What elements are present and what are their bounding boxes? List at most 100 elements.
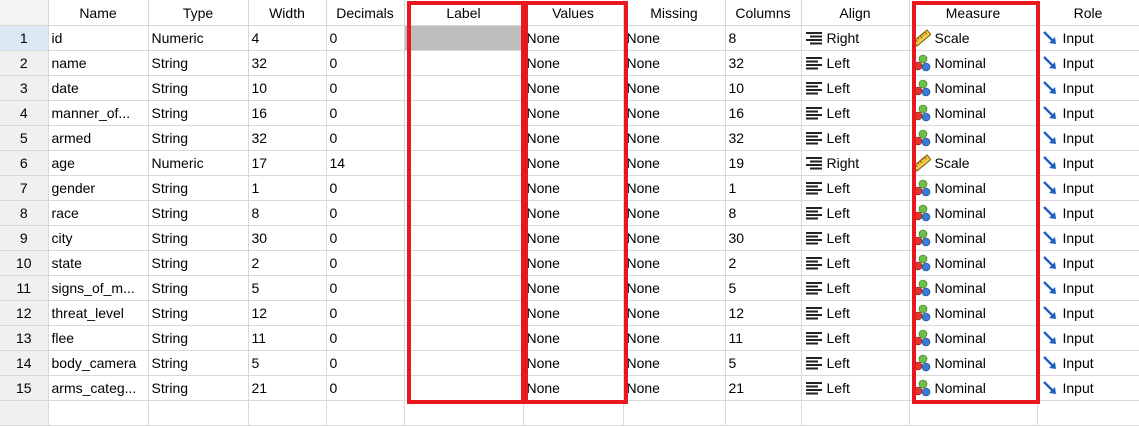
cell-name[interactable]: arms_categ...	[48, 375, 149, 401]
cell-label[interactable]	[404, 300, 524, 326]
cell-missing[interactable]: None	[623, 100, 726, 126]
cell-width[interactable]: 16	[248, 100, 327, 126]
cell-width[interactable]: 21	[248, 375, 327, 401]
cell-align[interactable]: Left	[801, 200, 910, 226]
cell-name[interactable]: date	[48, 75, 149, 101]
cell-decimals[interactable]: 0	[326, 125, 405, 151]
cell-width[interactable]: 32	[248, 125, 327, 151]
empty-cell[interactable]	[1037, 400, 1139, 426]
cell-name[interactable]: age	[48, 150, 149, 176]
cell-missing[interactable]: None	[623, 150, 726, 176]
cell-values[interactable]: None	[523, 300, 624, 326]
column-header-decimals[interactable]: Decimals	[326, 0, 405, 26]
cell-role[interactable]: Input	[1037, 275, 1139, 301]
corner-cell[interactable]	[0, 0, 49, 26]
row-number[interactable]: 8	[0, 200, 49, 226]
cell-name[interactable]: city	[48, 225, 149, 251]
cell-label[interactable]	[404, 225, 524, 251]
cell-label[interactable]	[404, 325, 524, 351]
cell-type[interactable]: String	[148, 375, 249, 401]
cell-label[interactable]	[404, 275, 524, 301]
row-number[interactable]: 10	[0, 250, 49, 276]
column-header-width[interactable]: Width	[248, 0, 327, 26]
cell-role[interactable]: Input	[1037, 150, 1139, 176]
empty-cell[interactable]	[404, 400, 524, 426]
cell-type[interactable]: String	[148, 325, 249, 351]
empty-cell[interactable]	[326, 400, 405, 426]
cell-width[interactable]: 1	[248, 175, 327, 201]
cell-type[interactable]: String	[148, 125, 249, 151]
cell-width[interactable]: 5	[248, 275, 327, 301]
cell-type[interactable]: String	[148, 175, 249, 201]
cell-label[interactable]	[404, 350, 524, 376]
cell-name[interactable]: state	[48, 250, 149, 276]
cell-align[interactable]: Left	[801, 275, 910, 301]
cell-decimals[interactable]: 0	[326, 300, 405, 326]
empty-cell[interactable]	[725, 400, 802, 426]
row-number[interactable]: 12	[0, 300, 49, 326]
cell-missing[interactable]: None	[623, 350, 726, 376]
cell-align[interactable]: Left	[801, 75, 910, 101]
cell-role[interactable]: Input	[1037, 200, 1139, 226]
cell-type[interactable]: String	[148, 200, 249, 226]
cell-label[interactable]	[404, 200, 524, 226]
cell-label[interactable]	[404, 125, 524, 151]
column-header-columns[interactable]: Columns	[725, 0, 802, 26]
cell-columns[interactable]: 2	[725, 250, 802, 276]
cell-values[interactable]: None	[523, 125, 624, 151]
cell-width[interactable]: 30	[248, 225, 327, 251]
cell-columns[interactable]: 16	[725, 100, 802, 126]
cell-columns[interactable]: 32	[725, 50, 802, 76]
cell-decimals[interactable]: 0	[326, 50, 405, 76]
cell-name[interactable]: name	[48, 50, 149, 76]
cell-role[interactable]: Input	[1037, 300, 1139, 326]
cell-type[interactable]: String	[148, 100, 249, 126]
cell-label[interactable]	[404, 100, 524, 126]
cell-measure[interactable]: Scale	[909, 25, 1038, 51]
cell-role[interactable]: Input	[1037, 50, 1139, 76]
cell-values[interactable]: None	[523, 225, 624, 251]
cell-align[interactable]: Left	[801, 100, 910, 126]
empty-cell[interactable]	[523, 400, 624, 426]
cell-role[interactable]: Input	[1037, 250, 1139, 276]
column-header-missing[interactable]: Missing	[623, 0, 726, 26]
row-number[interactable]: 13	[0, 325, 49, 351]
cell-missing[interactable]: None	[623, 175, 726, 201]
column-header-measure[interactable]: Measure	[909, 0, 1038, 26]
cell-width[interactable]: 4	[248, 25, 327, 51]
cell-decimals[interactable]: 0	[326, 225, 405, 251]
cell-label[interactable]	[404, 250, 524, 276]
cell-decimals[interactable]: 0	[326, 200, 405, 226]
cell-label[interactable]	[404, 375, 524, 401]
row-number[interactable]: 11	[0, 275, 49, 301]
column-header-label[interactable]: Label	[404, 0, 524, 26]
row-number[interactable]: 3	[0, 75, 49, 101]
cell-align[interactable]: Left	[801, 175, 910, 201]
cell-width[interactable]: 8	[248, 200, 327, 226]
cell-name[interactable]: body_camera	[48, 350, 149, 376]
empty-cell[interactable]	[0, 400, 49, 426]
cell-name[interactable]: flee	[48, 325, 149, 351]
cell-label[interactable]	[404, 25, 524, 51]
cell-measure[interactable]: Nominal	[909, 200, 1038, 226]
cell-measure[interactable]: Nominal	[909, 300, 1038, 326]
cell-name[interactable]: id	[48, 25, 149, 51]
column-header-role[interactable]: Role	[1037, 0, 1139, 26]
cell-type[interactable]: String	[148, 75, 249, 101]
row-number[interactable]: 6	[0, 150, 49, 176]
cell-missing[interactable]: None	[623, 50, 726, 76]
cell-measure[interactable]: Nominal	[909, 75, 1038, 101]
empty-cell[interactable]	[909, 400, 1038, 426]
cell-columns[interactable]: 21	[725, 375, 802, 401]
cell-align[interactable]: Left	[801, 225, 910, 251]
cell-missing[interactable]: None	[623, 125, 726, 151]
row-number[interactable]: 15	[0, 375, 49, 401]
cell-decimals[interactable]: 0	[326, 175, 405, 201]
cell-width[interactable]: 10	[248, 75, 327, 101]
cell-missing[interactable]: None	[623, 225, 726, 251]
cell-width[interactable]: 2	[248, 250, 327, 276]
cell-align[interactable]: Right	[801, 150, 910, 176]
cell-type[interactable]: String	[148, 250, 249, 276]
column-header-align[interactable]: Align	[801, 0, 910, 26]
cell-decimals[interactable]: 0	[326, 75, 405, 101]
